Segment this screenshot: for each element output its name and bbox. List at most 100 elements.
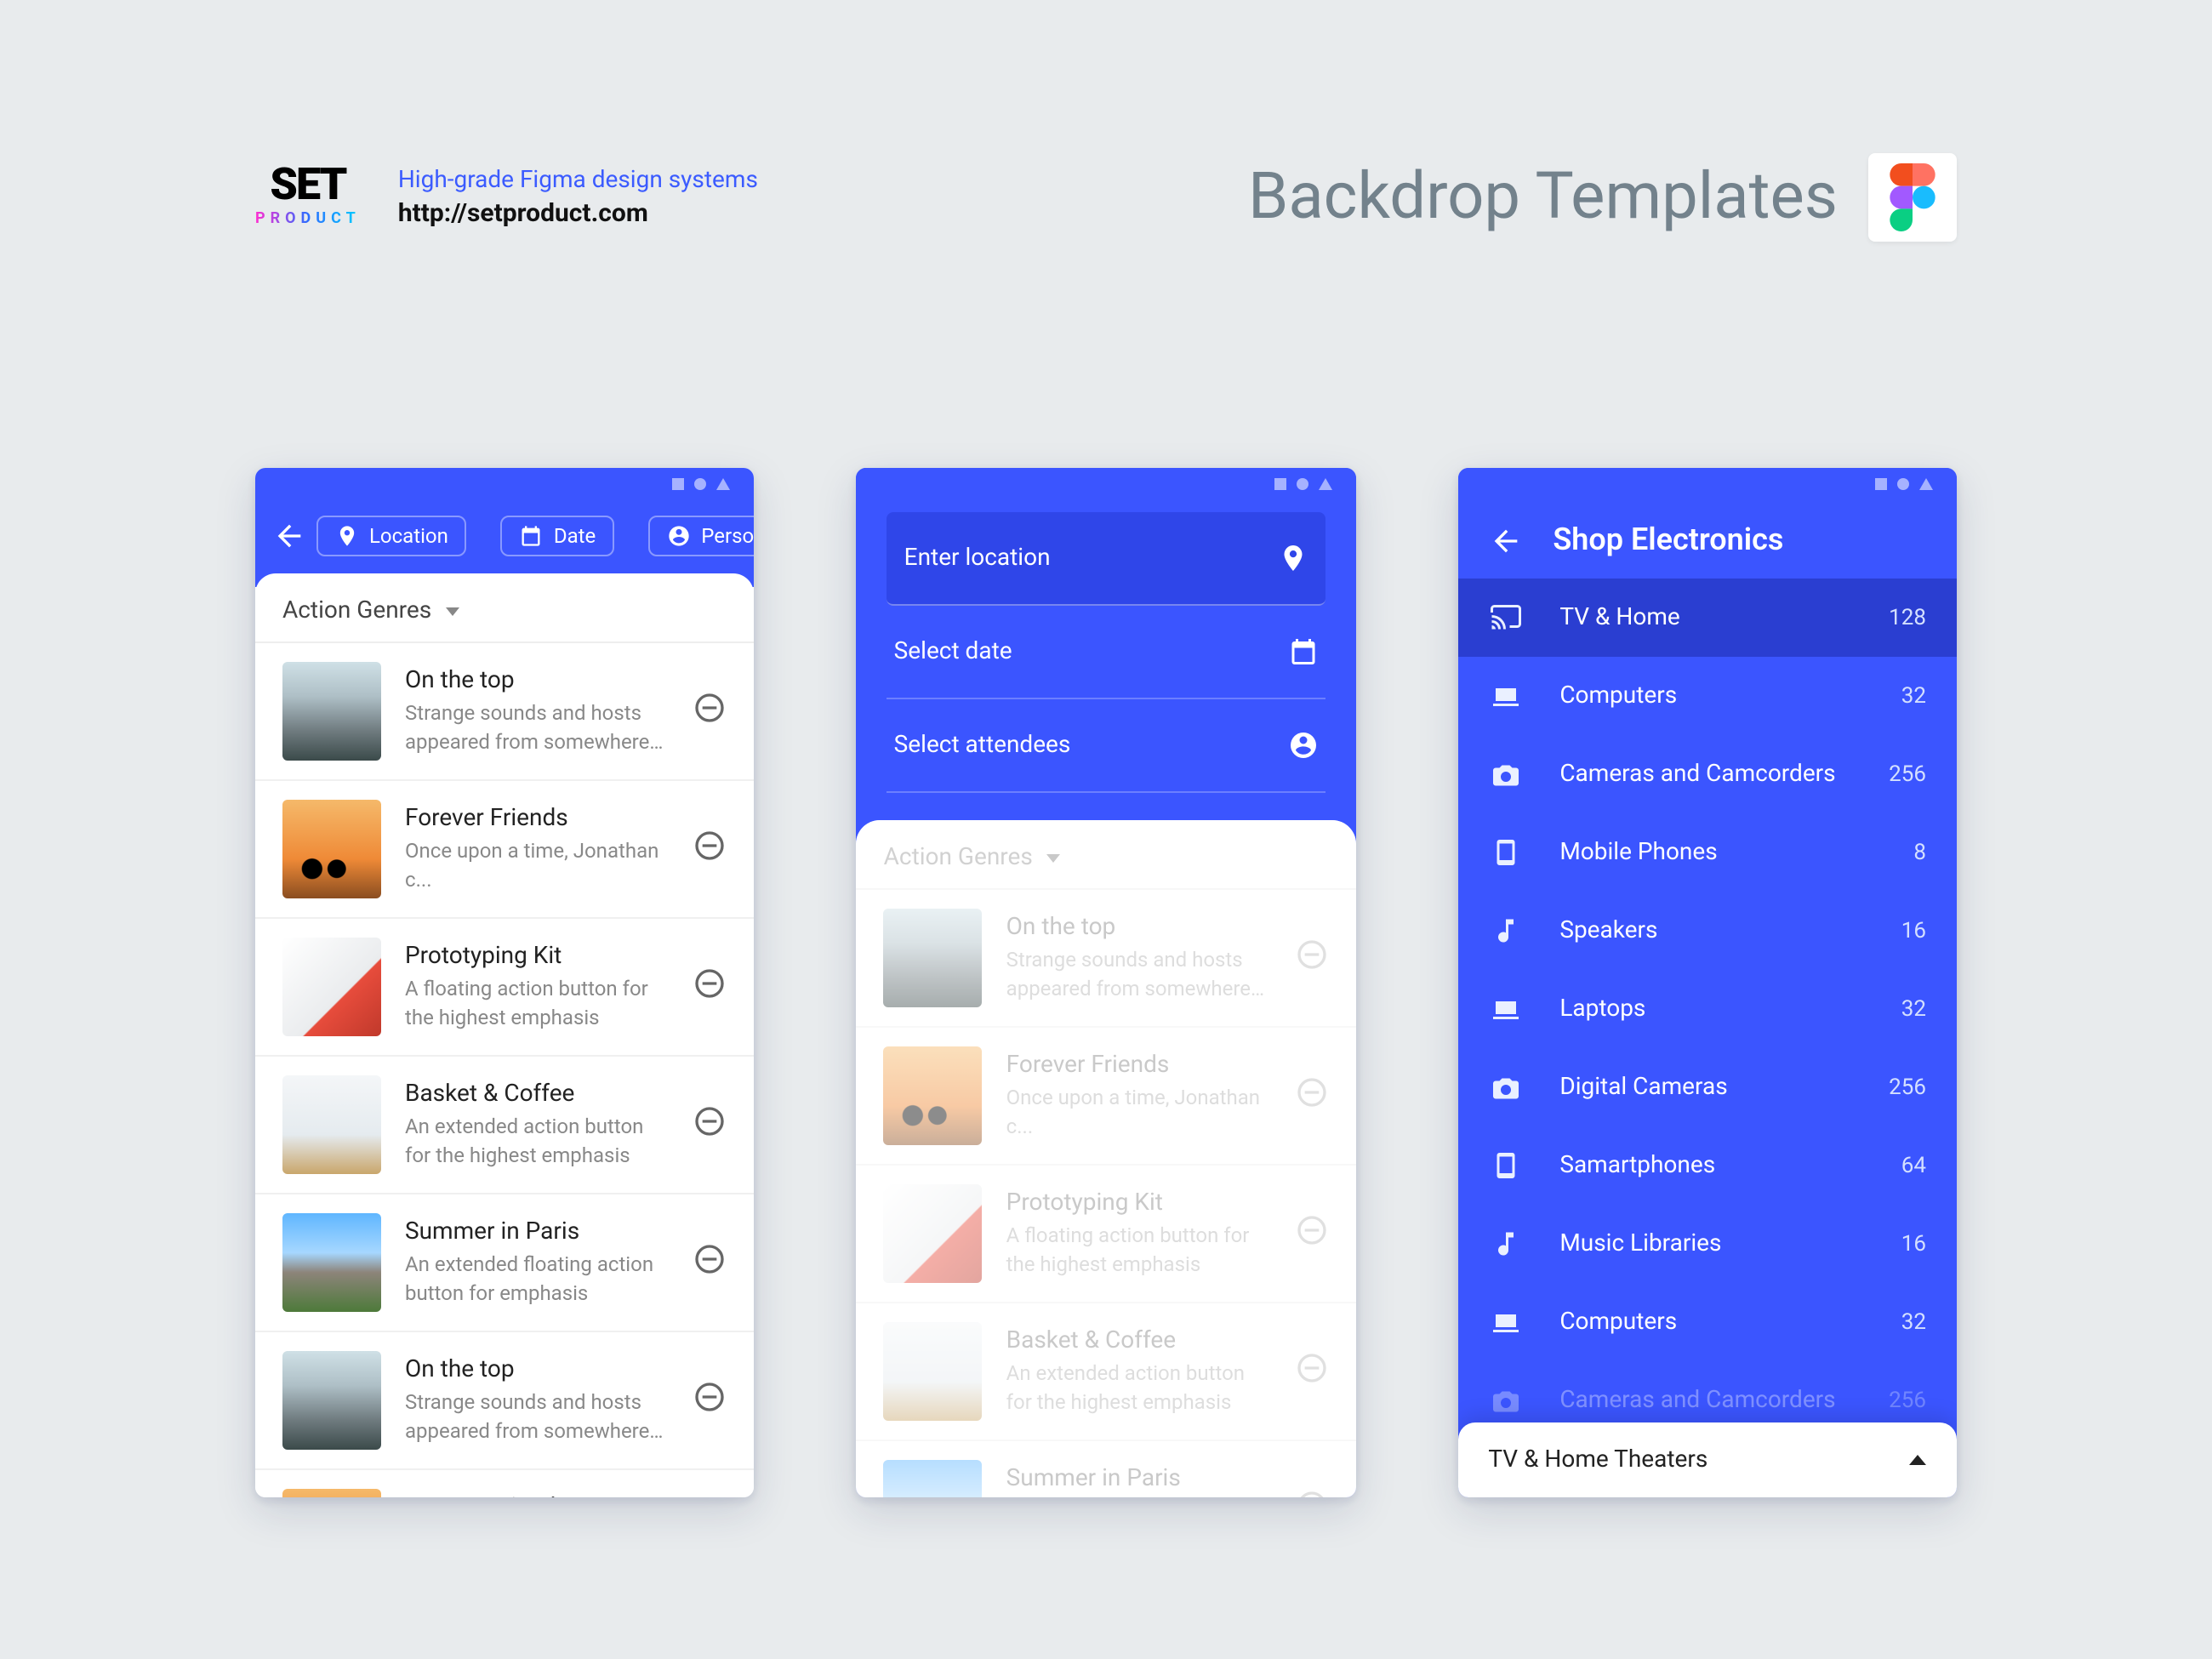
thumbnail xyxy=(884,1460,983,1497)
list-item-subtitle: A floating action button for the highest… xyxy=(1006,1223,1271,1278)
remove-button[interactable] xyxy=(693,829,727,869)
content-list: On the topStrange sounds and hosts appea… xyxy=(857,890,1356,1497)
status-bar xyxy=(857,468,1356,499)
category-item[interactable]: Laptops32 xyxy=(1457,970,1957,1048)
remove-circle-icon xyxy=(1294,1351,1328,1385)
list-item[interactable]: Prototyping KitA floating action button … xyxy=(255,919,755,1057)
list-item[interactable]: On the topStrange sounds and hosts appea… xyxy=(255,1332,755,1470)
remove-button[interactable] xyxy=(693,1380,727,1421)
camera-icon xyxy=(1488,759,1522,790)
category-label: Music Libraries xyxy=(1559,1230,1863,1257)
category-count: 32 xyxy=(1901,683,1926,709)
list-item[interactable]: On the topStrange sounds and hosts appea… xyxy=(255,643,755,781)
thumbnail xyxy=(884,1184,983,1283)
category-count: 256 xyxy=(1889,1075,1926,1100)
back-button[interactable] xyxy=(1488,523,1522,557)
select-date-label: Select date xyxy=(894,638,1012,665)
category-item[interactable]: Digital Cameras256 xyxy=(1457,1048,1957,1126)
category-count: 256 xyxy=(1889,1388,1926,1413)
content-list[interactable]: On the topStrange sounds and hosts appea… xyxy=(255,643,755,1497)
status-square-icon xyxy=(1274,477,1286,489)
list-item[interactable]: Prototyping KitA floating action button … xyxy=(857,1166,1356,1303)
category-label: Cameras and Camcorders xyxy=(1559,1387,1851,1414)
template-backdrop-expanded: Enter location Select date Select attend… xyxy=(857,468,1356,1497)
arrow-left-icon xyxy=(272,519,306,553)
remove-button[interactable] xyxy=(1294,1075,1328,1116)
template-category-list: Shop Electronics TV & Home128Computers32… xyxy=(1457,468,1957,1497)
list-item[interactable]: Summer in ParisAn extended floating acti… xyxy=(255,1194,755,1332)
status-square-icon xyxy=(673,477,685,489)
category-label: Samartphones xyxy=(1559,1152,1863,1179)
location-pin-icon xyxy=(1277,543,1308,573)
status-square-icon xyxy=(1875,477,1887,489)
location-chip[interactable]: Location xyxy=(316,516,467,556)
brand-logo-line2: PRODUCT xyxy=(255,210,361,227)
select-attendees-field[interactable]: Select attendees xyxy=(887,699,1325,793)
bottom-sheet-collapsed[interactable]: TV & Home Theaters xyxy=(1457,1422,1957,1497)
list-item-subtitle: An extended action button for the highes… xyxy=(1006,1360,1271,1416)
thumbnail xyxy=(282,800,381,898)
personal-chip[interactable]: Personal xyxy=(648,516,754,556)
enter-location-field[interactable]: Enter location xyxy=(887,512,1325,606)
list-item[interactable]: Basket & CoffeeAn extended action button… xyxy=(857,1303,1356,1441)
category-item[interactable]: TV & Home128 xyxy=(1457,579,1957,657)
remove-button[interactable] xyxy=(1294,1489,1328,1497)
music-icon xyxy=(1488,1229,1522,1259)
remove-circle-icon xyxy=(1294,1489,1328,1497)
remove-circle-icon xyxy=(1294,1213,1328,1247)
category-item[interactable]: Mobile Phones8 xyxy=(1457,813,1957,892)
category-item[interactable]: Samartphones64 xyxy=(1457,1126,1957,1205)
list-item[interactable]: Basket & CoffeeAn extended action button… xyxy=(255,1057,755,1194)
enter-location-label: Enter location xyxy=(904,544,1051,572)
genre-dropdown[interactable]: Action Genres xyxy=(255,573,755,641)
chevron-down-icon xyxy=(1046,853,1060,862)
list-item[interactable]: Forever FriendsOnce upon a time, Jonatha… xyxy=(255,781,755,919)
category-item[interactable]: Computers32 xyxy=(1457,1283,1957,1361)
remove-button[interactable] xyxy=(693,691,727,732)
category-count: 32 xyxy=(1901,1309,1926,1335)
select-date-field[interactable]: Select date xyxy=(887,606,1325,699)
date-chip[interactable]: Date xyxy=(501,516,614,556)
genre-dropdown-label: Action Genres xyxy=(282,597,431,624)
cast-icon xyxy=(1488,602,1522,633)
thumbnail xyxy=(884,909,983,1007)
list-item-subtitle: Strange sounds and hosts appeared from s… xyxy=(1006,947,1271,1002)
thumbnail xyxy=(282,938,381,1036)
status-bar xyxy=(1457,468,1957,499)
status-circle-icon xyxy=(1897,477,1909,489)
page-title: Backdrop Templates xyxy=(1248,160,1838,235)
category-list[interactable]: TV & Home128Computers32Cameras and Camco… xyxy=(1457,579,1957,1497)
chevron-up-icon xyxy=(1909,1455,1926,1465)
remove-button[interactable] xyxy=(693,966,727,1007)
category-count: 8 xyxy=(1913,840,1926,865)
brand-url[interactable]: http://setproduct.com xyxy=(398,197,758,228)
remove-button[interactable] xyxy=(693,1242,727,1283)
category-count: 16 xyxy=(1901,1231,1926,1257)
backdrop-fields: Enter location Select date Select attend… xyxy=(857,499,1356,793)
list-item[interactable]: Forever FriendsOnce upon a time, Jonatha… xyxy=(857,1028,1356,1166)
list-item-subtitle: Once upon a time, Jonathan c... xyxy=(405,838,670,893)
remove-button[interactable] xyxy=(1294,1351,1328,1392)
remove-button[interactable] xyxy=(1294,1213,1328,1254)
category-label: Speakers xyxy=(1559,917,1863,944)
remove-button[interactable] xyxy=(1294,938,1328,978)
category-item[interactable]: Cameras and Camcorders256 xyxy=(1457,735,1957,813)
thumbnail xyxy=(282,1351,381,1450)
template-backdrop-collapsed: Location Date Personal Action Genres xyxy=(255,468,755,1497)
laptop-icon xyxy=(1488,1307,1522,1337)
remove-button[interactable] xyxy=(693,1104,727,1145)
list-item[interactable]: Summer in ParisAn extended floating acti… xyxy=(857,1441,1356,1497)
category-item[interactable]: Computers32 xyxy=(1457,657,1957,735)
arrow-left-icon xyxy=(1488,523,1522,557)
category-item[interactable]: Music Libraries 16 xyxy=(1457,1205,1957,1283)
remove-circle-icon xyxy=(693,691,727,725)
location-chip-label: Location xyxy=(369,524,448,548)
back-button[interactable] xyxy=(272,519,306,553)
genre-dropdown[interactable]: Action Genres xyxy=(857,820,1356,888)
list-item[interactable]: On the topStrange sounds and hosts appea… xyxy=(857,890,1356,1028)
list-item[interactable]: Forever FriendsOnce upon a time, Jonatha… xyxy=(255,1470,755,1497)
camera-icon xyxy=(1488,1072,1522,1103)
calendar-icon xyxy=(1287,636,1318,667)
category-item[interactable]: Speakers16 xyxy=(1457,892,1957,970)
figma-icon xyxy=(1889,163,1936,231)
